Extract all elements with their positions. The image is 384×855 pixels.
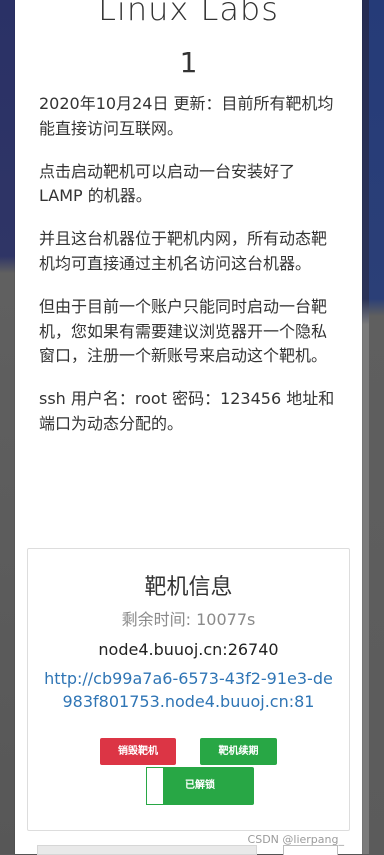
paragraph-start: 点击启动靶机可以启动一台安装好了 LAMP 的机器。 bbox=[39, 160, 340, 210]
paragraph-account-limit: 但由于目前一个账户只能同时启动一台靶机，您如果有需要建议浏览器开一个隐私窗口，注… bbox=[39, 295, 340, 369]
watermark: CSDN @lierpang_ bbox=[248, 833, 344, 846]
target-url-link[interactable]: http://cb99a7a6-6573-43f2-91e3-de983f801… bbox=[40, 667, 337, 713]
host-port: node4.buuoj.cn:26740 bbox=[28, 640, 349, 659]
destroy-target-button[interactable]: 销毁靶机 bbox=[100, 738, 176, 765]
lab-modal: Linux Labs 1 2020年10月24日 更新：目前所有靶机均能直接访问… bbox=[15, 0, 362, 854]
paragraph-update: 2020年10月24日 更新：目前所有靶机均能直接访问互联网。 bbox=[39, 92, 340, 142]
remaining-time: 剩余时间: 10077s bbox=[28, 606, 349, 630]
modal-description: 2020年10月24日 更新：目前所有靶机均能直接访问互联网。 点击启动靶机可以… bbox=[39, 92, 340, 455]
target-info-card: 靶机信息 剩余时间: 10077s node4.buuoj.cn:26740 h… bbox=[27, 548, 350, 831]
left-background-strip bbox=[0, 0, 15, 854]
right-background-strip bbox=[369, 0, 384, 854]
modal-subtitle: 1 bbox=[15, 46, 362, 79]
modal-title: Linux Labs bbox=[15, 0, 362, 28]
paragraph-network: 并且这台机器位于靶机内网，所有动态靶机均可直接通过主机名访问这台机器。 bbox=[39, 227, 340, 277]
card-title: 靶机信息 bbox=[28, 569, 349, 601]
paragraph-ssh: ssh 用户名：root 密码：123456 地址和端口为动态分配的。 bbox=[39, 387, 340, 437]
unlocked-button[interactable]: 已解锁 bbox=[146, 767, 254, 805]
renew-target-button[interactable]: 靶机续期 bbox=[200, 738, 277, 765]
